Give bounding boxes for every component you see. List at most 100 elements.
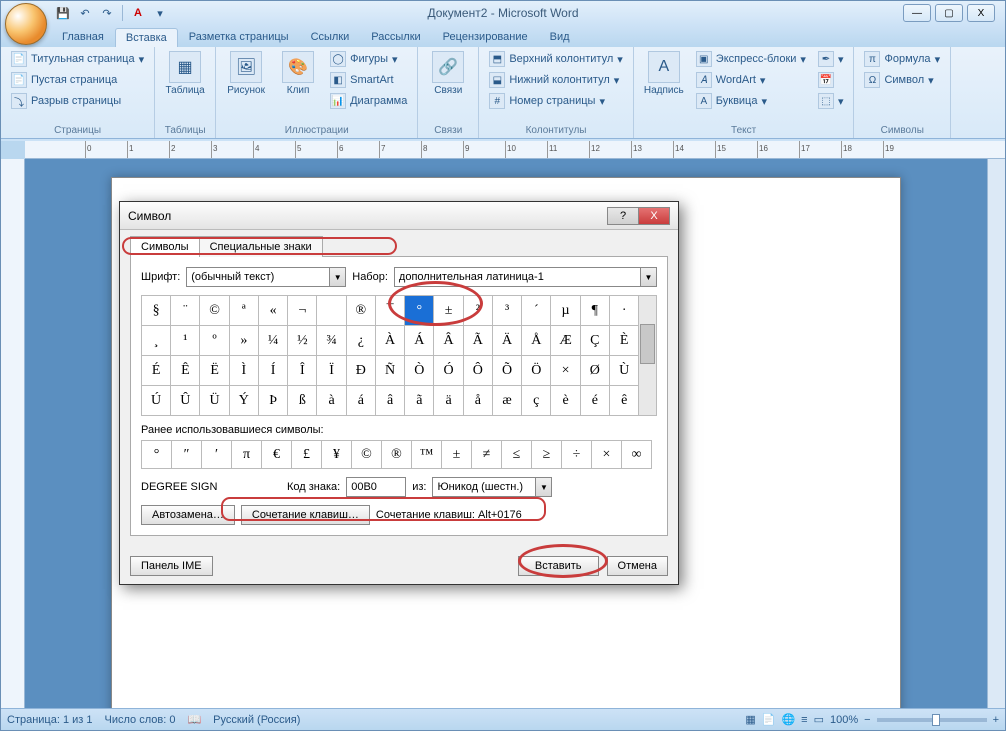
shortcut-key-button[interactable]: Сочетание клавиш… [241, 505, 370, 525]
char-cell[interactable]: â [375, 386, 404, 416]
char-cell[interactable]: Ë [200, 356, 229, 386]
recent-char-cell[interactable]: ∞ [622, 441, 652, 469]
wordart-button[interactable]: 𝐴WordArt ▾ [692, 70, 810, 90]
char-cell[interactable]: Ä [492, 326, 521, 356]
char-cell[interactable]: ­ [317, 296, 346, 326]
redo-icon[interactable]: ↷ [97, 3, 117, 23]
recent-char-cell[interactable]: ″ [172, 441, 202, 469]
char-cell[interactable]: ¿ [346, 326, 375, 356]
char-cell[interactable]: © [200, 296, 229, 326]
char-cell[interactable]: Í [258, 356, 287, 386]
char-cell[interactable]: Æ [551, 326, 580, 356]
recent-char-cell[interactable]: ≤ [502, 441, 532, 469]
dropdown-icon[interactable]: ▾ [150, 3, 170, 23]
spell-icon[interactable]: 📖 [187, 713, 201, 726]
grid-scrollbar[interactable] [639, 295, 657, 416]
char-cell[interactable]: Ö [522, 356, 551, 386]
char-cell[interactable]: ê [609, 386, 638, 416]
ribbon-tab[interactable]: Вставка [115, 28, 178, 47]
recent-char-cell[interactable]: € [262, 441, 292, 469]
view-read-icon[interactable]: 📄 [762, 713, 776, 726]
insert-button[interactable]: Вставить [518, 556, 599, 576]
horizontal-ruler[interactable]: 012345678910111213141516171819 [25, 141, 1005, 159]
ime-panel-button[interactable]: Панель IME [130, 556, 213, 576]
char-cell[interactable]: ç [522, 386, 551, 416]
char-cell[interactable]: À [375, 326, 404, 356]
char-cell[interactable]: á [346, 386, 375, 416]
font-color-icon[interactable]: A [128, 3, 148, 23]
dialog-close-button[interactable]: X [638, 207, 670, 225]
view-outline-icon[interactable]: ≡ [801, 714, 807, 726]
char-cell[interactable]: Â [434, 326, 463, 356]
char-cell[interactable]: ³ [492, 296, 521, 326]
links-button[interactable]: 🔗Связи [424, 49, 472, 98]
scroll-thumb[interactable] [640, 324, 655, 364]
footer-button[interactable]: ⬓Нижний колонтитул ▾ [485, 70, 626, 90]
sig-button[interactable]: ✒▾ [814, 49, 848, 69]
recent-char-cell[interactable]: ≥ [532, 441, 562, 469]
char-cell[interactable]: Ç [580, 326, 609, 356]
char-cell[interactable]: ¯ [375, 296, 404, 326]
picture-button[interactable]: 🖼Рисунок [222, 49, 270, 98]
char-cell[interactable]: µ [551, 296, 580, 326]
pagenum-button[interactable]: #Номер страницы ▾ [485, 91, 626, 111]
cancel-button[interactable]: Отмена [607, 556, 668, 576]
page-indicator[interactable]: Страница: 1 из 1 [7, 714, 93, 726]
obj-button[interactable]: ⬚▾ [814, 91, 848, 111]
char-cell[interactable]: É [142, 356, 171, 386]
office-button[interactable] [5, 3, 47, 45]
autocorrect-button[interactable]: Автозамена… [141, 505, 235, 525]
title-page-button[interactable]: 📄Титульная страница ▾ [7, 49, 148, 69]
char-cell[interactable]: ¾ [317, 326, 346, 356]
char-cell[interactable]: ¸ [142, 326, 171, 356]
view-draft-icon[interactable]: ▭ [814, 713, 824, 726]
zoom-in-icon[interactable]: + [993, 714, 999, 726]
close-button[interactable]: X [967, 4, 995, 22]
char-cell[interactable]: Ù [609, 356, 638, 386]
char-cell[interactable]: ä [434, 386, 463, 416]
char-cell[interactable]: Ó [434, 356, 463, 386]
chevron-down-icon[interactable]: ▼ [640, 268, 656, 286]
char-cell[interactable]: Å [522, 326, 551, 356]
recent-char-cell[interactable]: ¥ [322, 441, 352, 469]
char-cell[interactable]: è [551, 386, 580, 416]
char-cell[interactable]: ß [288, 386, 317, 416]
ribbon-tab[interactable]: Вид [539, 27, 581, 47]
char-cell[interactable]: ¬ [288, 296, 317, 326]
char-cell[interactable]: Ê [171, 356, 200, 386]
subset-combo[interactable]: дополнительная латиница-1▼ [394, 267, 657, 287]
char-cell[interactable]: Ã [463, 326, 492, 356]
char-cell[interactable]: æ [492, 386, 521, 416]
char-cell[interactable]: È [609, 326, 638, 356]
char-cell[interactable]: Á [405, 326, 434, 356]
char-cell[interactable]: å [463, 386, 492, 416]
char-cell[interactable]: Ú [142, 386, 171, 416]
maximize-button[interactable]: ▢ [935, 4, 963, 22]
ribbon-tab[interactable]: Ссылки [300, 27, 361, 47]
shapes-button[interactable]: ◯Фигуры ▾ [326, 49, 411, 69]
char-cell[interactable]: Ý [229, 386, 258, 416]
from-combo[interactable]: Юникод (шестн.)▼ [432, 477, 552, 497]
chart-button[interactable]: 📊Диаграмма [326, 91, 411, 111]
header-button[interactable]: ⬒Верхний колонтитул ▾ [485, 49, 626, 69]
page-break-button[interactable]: ⤵Разрыв страницы [7, 91, 148, 111]
char-cell[interactable]: à [317, 386, 346, 416]
char-cell[interactable]: Ñ [375, 356, 404, 386]
char-cell[interactable]: ã [405, 386, 434, 416]
char-cell[interactable]: ´ [522, 296, 551, 326]
smartart-button[interactable]: ◧SmartArt [326, 70, 411, 90]
char-cell[interactable]: ± [434, 296, 463, 326]
save-icon[interactable]: 💾 [53, 3, 73, 23]
chevron-down-icon[interactable]: ▼ [329, 268, 345, 286]
view-print-icon[interactable]: ▦ [745, 713, 755, 726]
recent-char-cell[interactable]: ° [142, 441, 172, 469]
char-cell[interactable]: § [142, 296, 171, 326]
char-cell[interactable]: ½ [288, 326, 317, 356]
char-cell[interactable]: ¹ [171, 326, 200, 356]
char-cell[interactable]: ² [463, 296, 492, 326]
char-cell[interactable]: Î [288, 356, 317, 386]
recent-char-cell[interactable]: ÷ [562, 441, 592, 469]
symbol-button[interactable]: ΩСимвол ▾ [860, 70, 944, 90]
equation-button[interactable]: πФормула ▾ [860, 49, 944, 69]
font-combo[interactable]: (обычный текст)▼ [186, 267, 346, 287]
